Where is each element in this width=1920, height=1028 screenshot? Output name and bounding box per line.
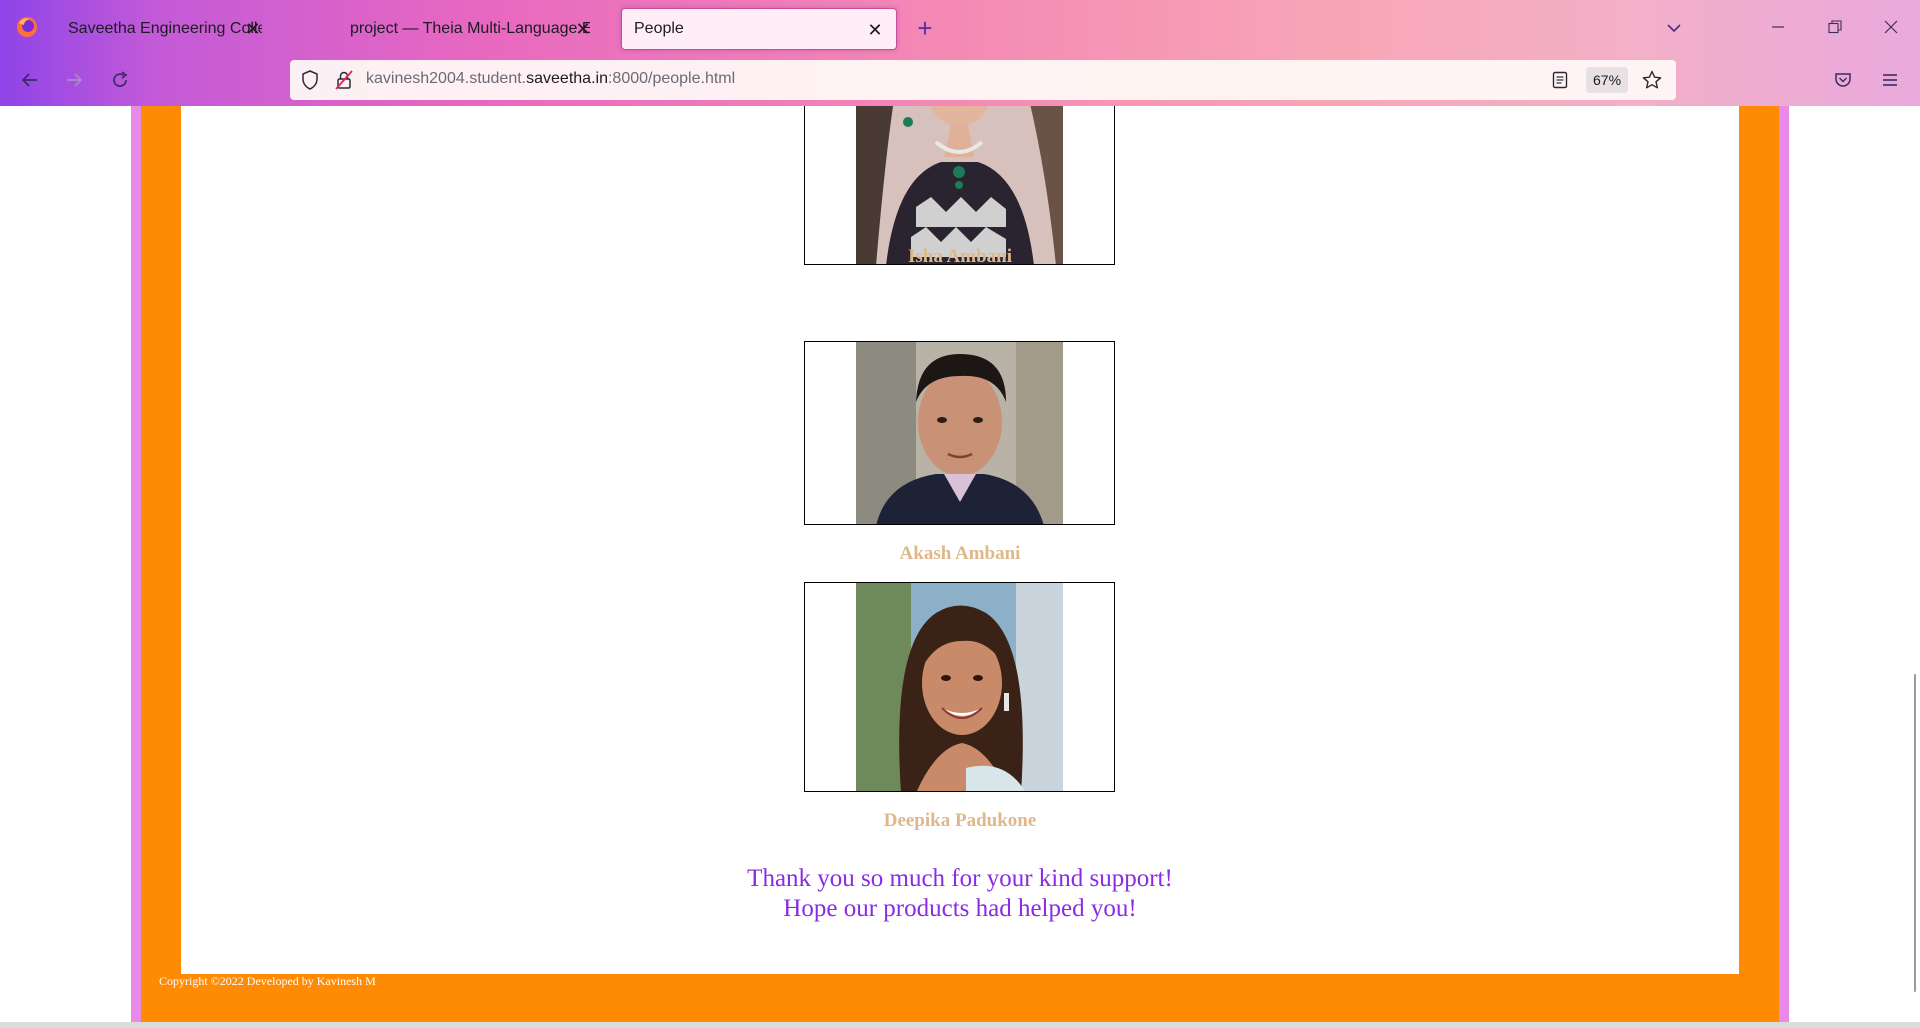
page-outer-frame: Isha Ambani Akash Ambani Deepika Padukon…	[131, 106, 1789, 1022]
footer-copyright: Copyright ©2022 Developed by Kavinesh M	[159, 974, 376, 988]
person-name: Akash Ambani	[899, 543, 1021, 564]
person-photo-frame	[804, 341, 1115, 525]
person-photo-icon	[856, 583, 1063, 791]
navigation-toolbar: kavinesh2004.student.saveetha.in:8000/pe…	[0, 54, 1920, 106]
person-photo-frame	[804, 106, 1115, 265]
url-text[interactable]: kavinesh2004.student.saveetha.in:8000/pe…	[366, 70, 735, 88]
tab-people[interactable]: People ✕	[621, 8, 897, 50]
person-photo-icon	[856, 342, 1063, 524]
url-suffix: :8000/people.html	[607, 70, 736, 87]
scrollbar-thumb[interactable]	[1914, 674, 1916, 992]
person-name: Isha Ambani	[907, 246, 1013, 267]
page-orange-border: Isha Ambani Akash Ambani Deepika Padukon…	[141, 106, 1779, 1022]
person-photo-frame	[804, 582, 1115, 792]
restore-window-icon[interactable]	[1812, 10, 1858, 44]
tab-saveetha[interactable]: Saveetha Engineering College ✕	[56, 8, 274, 50]
thanks-message-line2: Hope our products had helped you!	[783, 895, 1137, 922]
forward-arrow-icon[interactable]	[58, 64, 90, 96]
page-viewport: Isha Ambani Akash Ambani Deepika Padukon…	[0, 106, 1920, 1022]
tracking-protection-shield-icon[interactable]	[298, 68, 322, 92]
reader-view-icon[interactable]	[1548, 68, 1572, 92]
browser-chrome: Saveetha Engineering College ✕ project —…	[0, 0, 1920, 106]
bottom-status-strip	[0, 1022, 1920, 1028]
content-panel: Isha Ambani Akash Ambani Deepika Padukon…	[181, 106, 1739, 974]
person-name: Deepika Padukone	[883, 810, 1037, 831]
firefox-logo-icon[interactable]	[10, 10, 44, 44]
close-tab-icon[interactable]: ✕	[572, 18, 594, 40]
list-all-tabs-chevron-icon[interactable]	[1660, 14, 1688, 42]
tab-title: Saveetha Engineering College	[68, 20, 262, 37]
zoom-level-button[interactable]: 67%	[1586, 67, 1629, 93]
hamburger-menu-icon[interactable]	[1876, 66, 1904, 94]
url-prefix: kavinesh2004.student.	[366, 70, 527, 87]
back-arrow-icon[interactable]	[14, 64, 46, 96]
new-tab-button[interactable]: +	[910, 13, 940, 43]
close-tab-icon[interactable]: ✕	[864, 19, 886, 41]
reload-icon[interactable]	[104, 64, 136, 96]
person-photo-icon	[856, 106, 1063, 264]
tab-bar: Saveetha Engineering College ✕ project —…	[0, 0, 1920, 54]
close-tab-icon[interactable]: ✕	[242, 18, 264, 40]
tab-title: project — Theia Multi-Language Ex	[350, 20, 590, 37]
pocket-icon[interactable]	[1829, 66, 1857, 94]
tab-theia-project[interactable]: project — Theia Multi-Language Ex ✕	[338, 8, 604, 50]
url-host: saveetha.in	[526, 70, 608, 87]
address-bar[interactable]: kavinesh2004.student.saveetha.in:8000/pe…	[290, 60, 1676, 100]
vertical-scrollbar[interactable]	[1908, 106, 1920, 1022]
close-window-icon[interactable]	[1868, 10, 1914, 44]
thanks-message-line1: Thank you so much for your kind support!	[747, 865, 1173, 892]
tab-title: People	[634, 20, 684, 37]
bookmark-star-icon[interactable]	[1640, 68, 1664, 92]
insecure-lock-icon[interactable]	[332, 68, 356, 92]
minimize-window-icon[interactable]	[1755, 10, 1801, 44]
